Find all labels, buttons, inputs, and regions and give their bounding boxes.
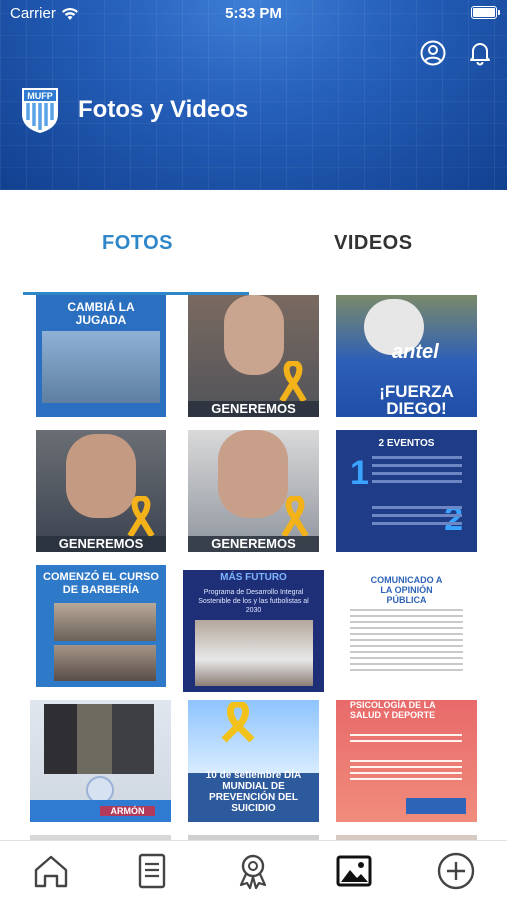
media-tabs: FOTOS VIDEOS xyxy=(0,220,507,295)
photo-caption: 2 EVENTOS xyxy=(378,438,435,449)
photo-tile[interactable]: CAMBIÁ LA JUGADA xyxy=(36,295,166,417)
class-photo-1 xyxy=(54,603,156,641)
photo-tile[interactable]: GENEREMOS xyxy=(188,430,319,552)
awareness-ribbon-icon xyxy=(281,496,309,538)
portrait-face xyxy=(224,295,284,375)
flyer-button xyxy=(406,798,466,814)
status-bar: Carrier 5:33 PM xyxy=(0,0,507,28)
bottom-nav xyxy=(0,840,507,900)
class-photo-2 xyxy=(54,645,156,681)
photo-tile[interactable]: GENEREMOS xyxy=(36,430,166,552)
group-photo xyxy=(44,704,154,774)
award-ribbon-icon[interactable] xyxy=(233,851,273,891)
status-time: 5:33 PM xyxy=(225,5,282,22)
statement-text-lines xyxy=(350,609,463,611)
photo-caption: CAMBIÁ LA JUGADA xyxy=(67,300,135,327)
home-icon[interactable] xyxy=(31,851,71,891)
tab-videos[interactable]: VIDEOS xyxy=(334,232,413,255)
photo-caption: COMUNICADO A LA OPINIÓN PÚBLICA xyxy=(370,575,443,605)
mufp-logo: MUFP xyxy=(22,88,58,133)
photo-caption: GENEREMOS xyxy=(211,536,296,551)
photo-caption: Programa de Desarrollo Integral Sostenib… xyxy=(198,589,309,614)
photo-caption: PSICOLOGÍA DE LA SALUD Y DEPORTE xyxy=(350,700,436,720)
event-text-lines xyxy=(372,456,462,459)
header: Carrier 5:33 PM MUFP Fotos y Videos xyxy=(0,0,507,190)
photo-caption: GENEREMOS xyxy=(58,536,144,551)
sponsor-brand: antel xyxy=(392,341,439,363)
header-background-pattern xyxy=(0,0,507,190)
main-content: FOTOS VIDEOS CAMBIÁ LA JUGADA GENEREMOS … xyxy=(0,190,507,840)
battery-icon xyxy=(471,6,500,19)
event-number: 2 xyxy=(444,500,463,538)
awareness-ribbon-icon xyxy=(221,702,255,742)
bell-icon[interactable] xyxy=(467,40,493,66)
tab-fotos[interactable]: FOTOS xyxy=(102,232,173,255)
photo-caption: ARMÓN xyxy=(100,806,155,816)
event-number: 1 xyxy=(350,454,369,492)
photo-caption: COMENZÓ EL CURSO DE BARBERÍA xyxy=(43,571,159,596)
photo-tile[interactable]: 10 de setiembre DÍA MUNDIAL DE PREVENCIÓ… xyxy=(188,700,319,822)
photo-tile[interactable]: COMENZÓ EL CURSO DE BARBERÍA xyxy=(36,565,166,687)
gallery-icon[interactable] xyxy=(334,851,374,891)
plus-circle-icon[interactable] xyxy=(436,851,476,891)
photo-tile[interactable]: antel ¡FUERZA DIEGO! xyxy=(336,295,477,417)
photo-tile[interactable]: COMUNICADO A LA OPINIÓN PÚBLICA xyxy=(336,565,477,687)
photo-tile[interactable]: 2 EVENTOS 1 2 xyxy=(336,430,477,552)
flyer-text-lines xyxy=(350,734,462,736)
group-photo xyxy=(42,331,160,403)
photo-tile[interactable]: MÁS FUTURO Programa de Desarrollo Integr… xyxy=(183,570,324,692)
profile-icon[interactable] xyxy=(420,40,446,66)
logo-text: MUFP xyxy=(27,91,53,101)
photo-caption: GENEREMOS xyxy=(211,401,296,416)
portrait-face xyxy=(218,430,288,518)
photo-caption: 10 de setiembre DÍA MUNDIAL DE PREVENCIÓ… xyxy=(205,770,302,814)
document-icon[interactable] xyxy=(132,851,172,891)
photo-tile[interactable]: GENEREMOS xyxy=(188,295,319,417)
photo-tile[interactable]: ARMÓN xyxy=(30,700,171,822)
brand-label: MÁS FUTURO xyxy=(220,572,287,583)
awareness-ribbon-icon xyxy=(127,496,155,538)
page-title: Fotos y Videos xyxy=(78,96,249,123)
photo-gallery: CAMBIÁ LA JUGADA GENEREMOS antel ¡FUERZA… xyxy=(0,295,507,840)
photo-tile[interactable]: PSICOLOGÍA DE LA SALUD Y DEPORTE xyxy=(336,700,477,822)
awareness-ribbon-icon xyxy=(279,361,307,403)
photo-caption: ¡FUERZA DIEGO! xyxy=(379,382,454,417)
group-photo xyxy=(195,620,313,686)
